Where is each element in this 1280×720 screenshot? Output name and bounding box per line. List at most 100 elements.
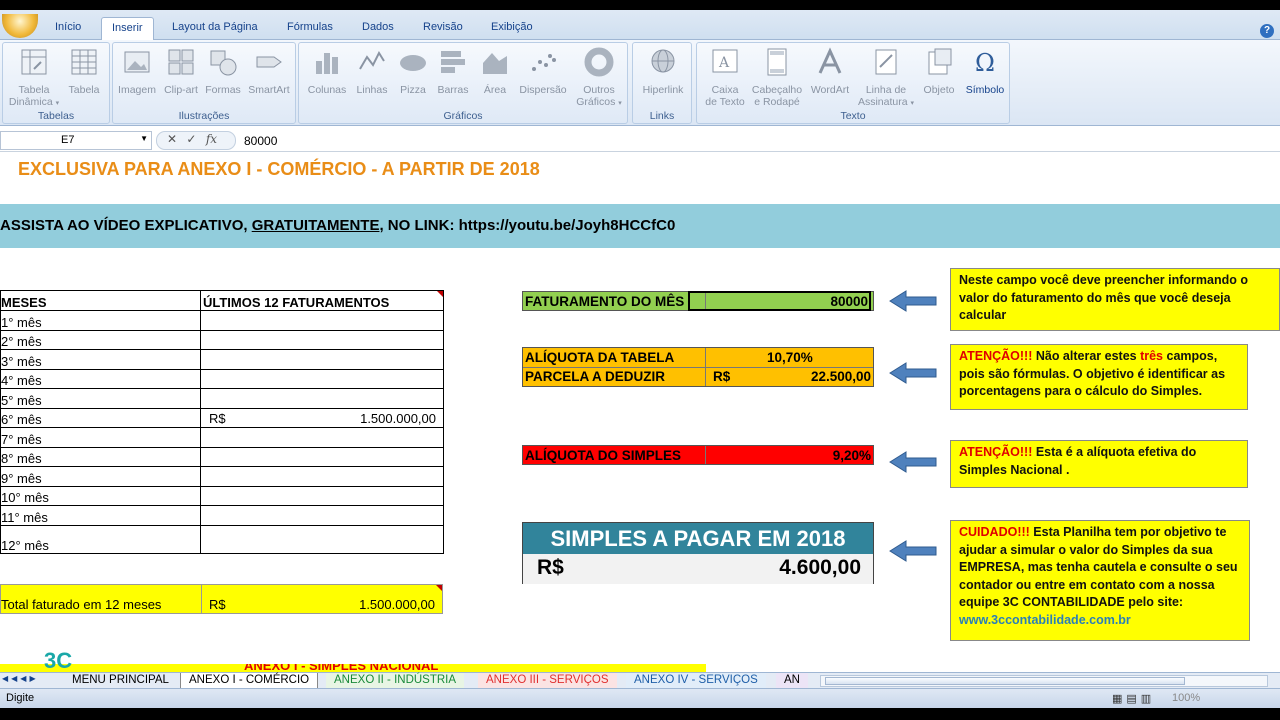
revenue-cell[interactable]	[200, 388, 444, 409]
arrow-left-icon	[889, 540, 937, 562]
revenue-cell[interactable]	[200, 505, 444, 526]
hyperlink-button[interactable]: Hiperlink	[635, 47, 691, 96]
pie-chart-button[interactable]: Pizza	[395, 47, 431, 96]
other-charts-button[interactable]: Outros Gráficos ▾	[573, 47, 625, 110]
zoom-level[interactable]: 100%	[1172, 692, 1200, 704]
revenue-cell[interactable]	[200, 349, 444, 370]
tab-inicio[interactable]: Início	[55, 21, 81, 33]
view-buttons-icon[interactable]: ▦▤▥	[1112, 692, 1155, 705]
image-button[interactable]: Imagem	[117, 47, 157, 96]
banner-text-before: ASSISTA AO VÍDEO EXPLICATIVO,	[0, 217, 252, 234]
textbox-button[interactable]: A Caixa de Texto	[701, 47, 749, 108]
revenue-cell[interactable]	[200, 368, 444, 389]
table-row: 12° mês	[0, 524, 444, 554]
revenue-cell[interactable]	[200, 466, 444, 487]
arrow-left-icon	[889, 451, 937, 473]
header-footer-button[interactable]: Cabeçalho e Rodapé	[749, 47, 805, 108]
banner-text-underlined: GRATUITAMENTE	[251, 217, 380, 234]
partial-row: ANEXO I - SIMPLES NACIONAL	[0, 664, 706, 672]
banner-text-link[interactable]: , NO LINK: https://youtu.be/Joyh8HCCfC0	[379, 217, 675, 234]
office-button[interactable]	[2, 14, 38, 38]
enter-check-icon[interactable]: ✓	[186, 132, 196, 146]
wordart-button[interactable]: WordArt	[805, 47, 855, 96]
dropdown-arrow-icon: ▾	[910, 100, 915, 107]
monthly-revenue-input[interactable]: 80000	[688, 291, 871, 311]
tab-formulas[interactable]: Fórmulas	[287, 21, 333, 33]
revenue-cell[interactable]: R$ 1.500.000,00	[200, 407, 444, 428]
month-label: 1° mês	[0, 310, 201, 331]
textbox-icon: A	[712, 49, 738, 73]
symbol-button[interactable]: Ω Símbolo	[961, 47, 1009, 96]
tab-inserir[interactable]: Inserir	[101, 17, 154, 41]
status-mode: Digite	[6, 692, 35, 704]
sheet-tab-anexo-iii[interactable]: ANEXO III - SERVIÇOS	[478, 673, 617, 689]
insert-function-icon[interactable]: fx	[206, 132, 217, 146]
revenue-cell[interactable]	[200, 485, 444, 506]
comment-indicator-icon	[437, 291, 443, 297]
tab-layout[interactable]: Layout da Página	[172, 21, 258, 33]
pivot-label-1: Tabela	[18, 84, 50, 96]
pivot-table-button[interactable]: Tabela Dinâmica ▾	[7, 47, 61, 110]
revenue-cell[interactable]	[200, 310, 444, 331]
scatter-chart-button[interactable]: Dispersão	[517, 47, 569, 96]
revenue-cell[interactable]	[200, 329, 444, 350]
tab-dados[interactable]: Dados	[362, 21, 394, 33]
smartart-button[interactable]: SmartArt	[245, 47, 293, 96]
area-chart-button[interactable]: Área	[475, 47, 515, 96]
month-label: 12° mês	[0, 524, 201, 554]
group-links: Hiperlink Links	[632, 42, 692, 124]
object-button[interactable]: Objeto	[919, 47, 959, 96]
group-texto: A Caixa de Texto Cabeçalho e Rodapé Word…	[696, 42, 1010, 124]
lines-chart-button[interactable]: Linhas	[351, 47, 393, 96]
other-label-2: Gráficos	[576, 96, 616, 108]
bars-chart-button[interactable]: Barras	[433, 47, 473, 96]
table-row: 6° mês R$ 1.500.000,00	[0, 407, 444, 428]
revenue-cell[interactable]	[200, 524, 444, 554]
rate-box: ALÍQUOTA DA TABELA 10,70% PARCELA A DEDU…	[522, 347, 874, 387]
sheet-nav-arrows-icon[interactable]: ◀◀◀▶	[2, 674, 39, 683]
doughnut-chart-icon	[584, 47, 614, 77]
ribbon: Tabela Dinâmica ▾ Tabela Tabelas Imagem …	[0, 40, 1280, 126]
chevron-down-icon[interactable]: ▼	[140, 134, 148, 143]
sheet-tab-anexo-v[interactable]: AN	[776, 673, 808, 689]
sheet-tab-anexo-ii[interactable]: ANEXO II - INDÚSTRIA	[326, 673, 465, 689]
smartart-icon	[256, 56, 282, 68]
table-row: 7° mês	[0, 427, 444, 448]
header-footer-label-1: Cabeçalho	[751, 84, 803, 96]
scatter-label: Dispersão	[519, 84, 567, 96]
signature-line-button[interactable]: Linha de Assinatura ▾	[855, 47, 917, 110]
horizontal-scrollbar[interactable]	[820, 675, 1268, 687]
sheet-tab-anexo-i[interactable]: ANEXO I - COMÉRCIO	[180, 673, 319, 689]
tab-revisao[interactable]: Revisão	[423, 21, 463, 33]
note-emphasis: três	[1140, 349, 1164, 363]
cancel-icon[interactable]: ✕	[167, 132, 177, 146]
object-label: Objeto	[923, 84, 955, 96]
revenue-cell[interactable]	[200, 427, 444, 448]
table-row: 4° mês	[0, 368, 444, 389]
website-link[interactable]: www.3ccontabilidade.com.br	[959, 612, 1241, 630]
table-row: 1° mês	[0, 310, 444, 331]
scrollbar-thumb[interactable]	[825, 677, 1185, 685]
bars-label: Barras	[437, 84, 469, 96]
monthly-revenue-box: FATURAMENTO DO MÊS 80000	[522, 291, 874, 311]
group-graficos: Colunas Linhas Pizza Barras Área Dispers…	[298, 42, 628, 124]
formula-input[interactable]: 80000	[244, 134, 277, 148]
simples-result-title: SIMPLES A PAGAR EM 2018	[523, 523, 873, 554]
tab-exibicao[interactable]: Exibição	[491, 21, 533, 33]
object-icon	[928, 48, 952, 75]
divider	[523, 367, 873, 368]
columns-chart-button[interactable]: Colunas	[303, 47, 351, 96]
revenue-cell[interactable]	[200, 446, 444, 467]
textbox-label-1: Caixa	[711, 84, 739, 96]
sheet-tab-anexo-iv[interactable]: ANEXO IV - SERVIÇOS	[626, 673, 766, 689]
name-box[interactable]: E7 ▼	[0, 131, 152, 150]
pivot-label-2: Dinâmica	[8, 96, 53, 108]
table-button[interactable]: Tabela	[61, 47, 107, 96]
month-label: 8° mês	[0, 446, 201, 467]
help-icon[interactable]: ?	[1260, 24, 1274, 38]
line-chart-icon	[359, 50, 385, 70]
clipart-button[interactable]: Clip-art	[161, 47, 201, 96]
shapes-button[interactable]: Formas	[203, 47, 243, 96]
sheet-tab-menu[interactable]: MENU PRINCIPAL	[64, 673, 177, 689]
formula-controls: ✕ ✓ fx	[156, 131, 236, 150]
